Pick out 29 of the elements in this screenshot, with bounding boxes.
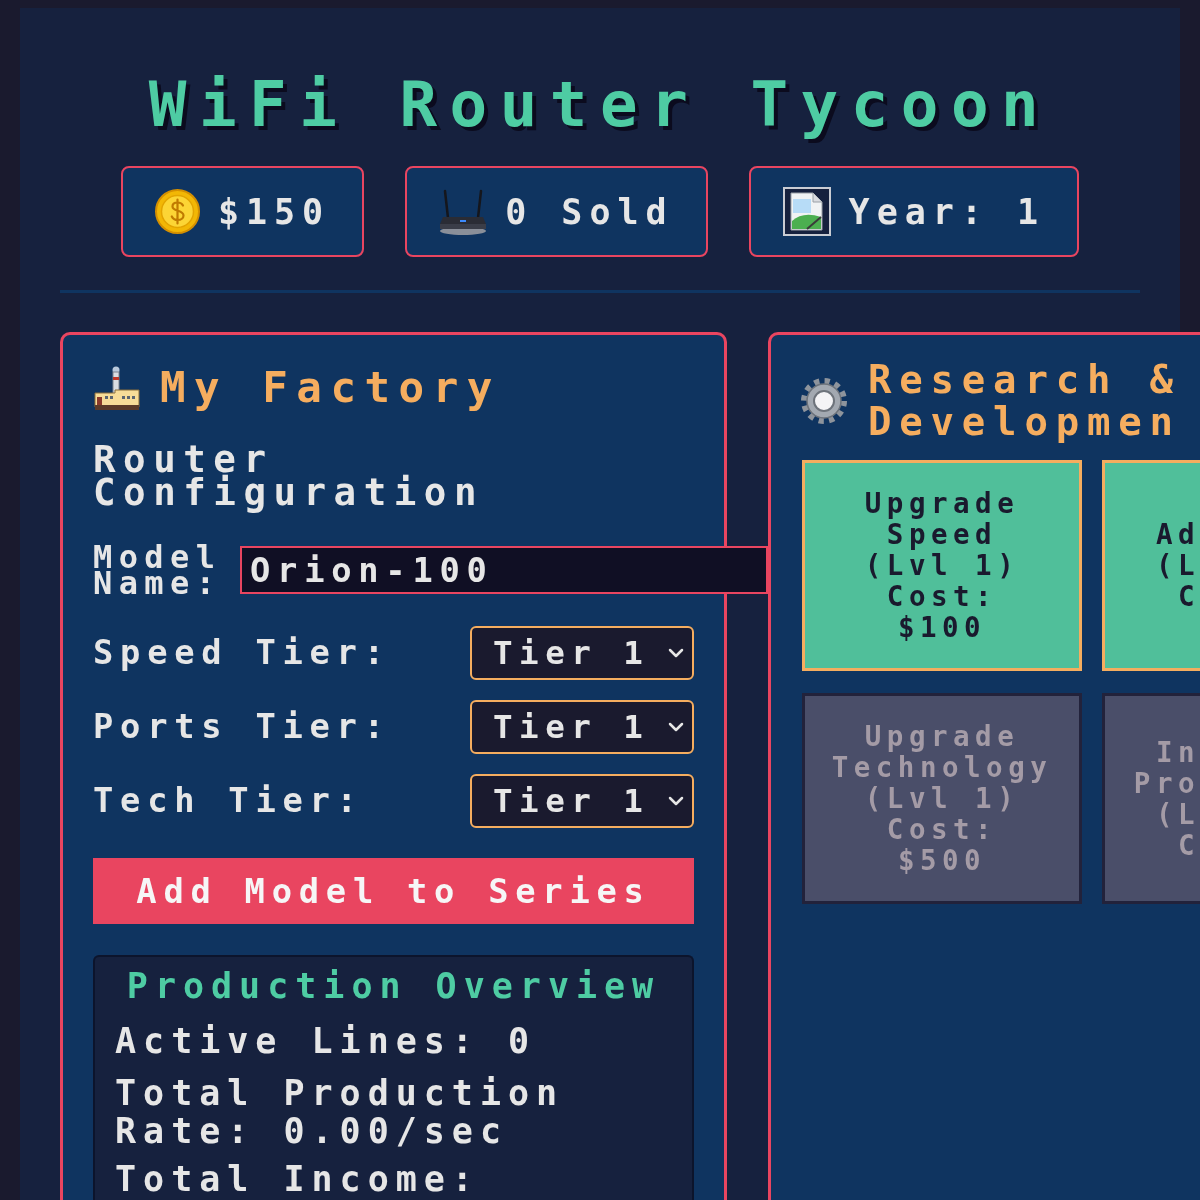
model-name-input[interactable]: Orion-100: [240, 546, 768, 594]
tier-select[interactable]: Tier 1: [470, 700, 694, 754]
tier-label: Speed Tier:: [93, 633, 391, 673]
chevron-icon: [668, 722, 684, 732]
overview-stat: Total Production Rate: 0.00/sec: [115, 1074, 566, 1150]
coin-icon: [154, 189, 200, 234]
sold-count: 0 Sold: [505, 191, 674, 232]
production-overview-title: Production Overview: [125, 966, 662, 1006]
tier-label: Ports Tier:: [93, 707, 391, 747]
tier-select[interactable]: Tier 1: [470, 774, 694, 828]
chevron-icon: [668, 648, 684, 658]
model-name-label: Model Name:: [93, 544, 223, 596]
overview-stat: Total Income:: [115, 1160, 481, 1198]
tier-select[interactable]: Tier 1: [470, 626, 694, 680]
tier-label: Tech Tier:: [93, 781, 364, 821]
app-title: WiFi Router Tycoon: [147, 73, 1053, 137]
research-heading: Research & Developmen: [868, 359, 1182, 443]
money-amount: $150: [217, 191, 331, 232]
router-icon: [439, 187, 488, 236]
add-model-button[interactable]: Add Model to Series: [93, 858, 694, 924]
gear-icon: [800, 377, 848, 425]
chevron-icon: [668, 796, 684, 806]
image-icon: [782, 187, 831, 236]
upgrade-button[interactable]: Upgrade Speed (Lvl 1) Cost: $100: [802, 460, 1082, 671]
factory-icon: [93, 364, 140, 412]
overview-stat: Active Lines: 0: [115, 1022, 538, 1060]
year-counter: Year: 1: [848, 191, 1046, 232]
upgrade-button[interactable]: Ad (L C: [1102, 460, 1200, 671]
factory-heading: My Factory: [160, 364, 501, 412]
